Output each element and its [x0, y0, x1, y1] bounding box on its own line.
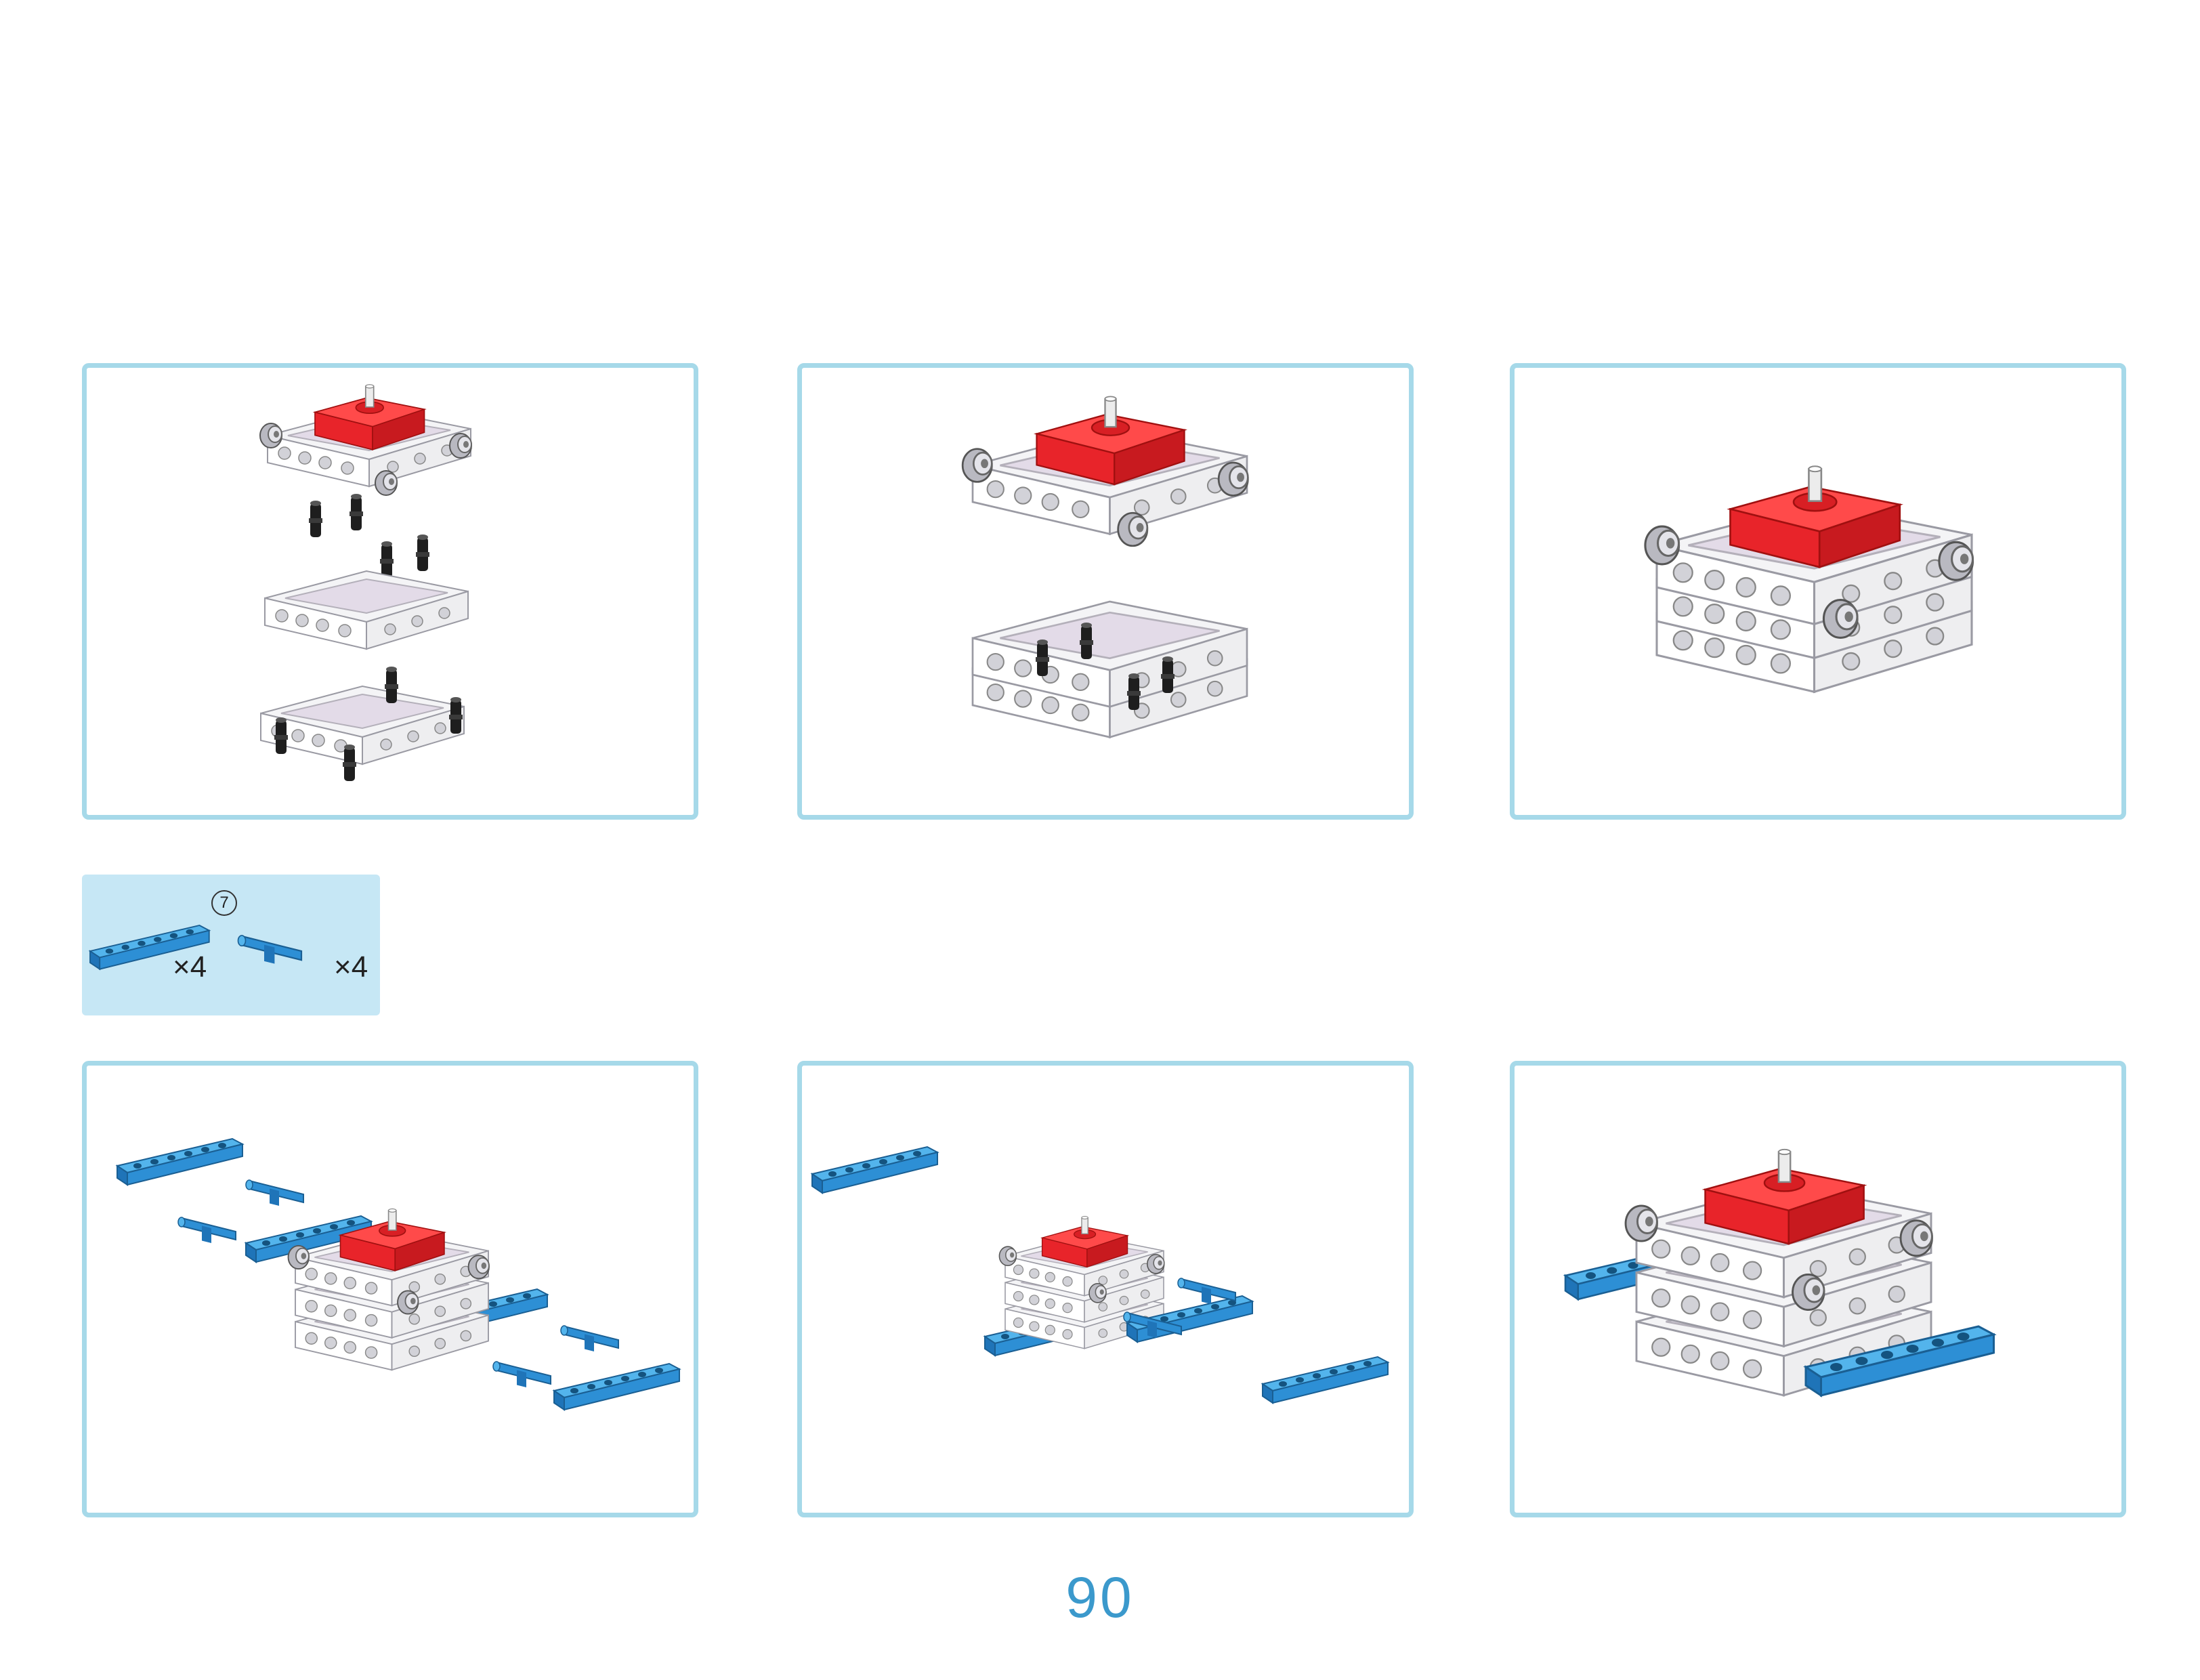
beam-quantity: ×4	[173, 950, 207, 984]
parts-callout: 7 ×4 ×4	[82, 875, 380, 1015]
page-number: 90	[1065, 1566, 1135, 1629]
blue-axle-pin-icon	[237, 934, 303, 965]
frame-icon	[260, 686, 465, 765]
step-panel-1	[82, 363, 698, 820]
step-panel-2	[797, 363, 1414, 820]
black-pin-icon	[309, 494, 429, 578]
servo-assembly-icon	[1644, 465, 1974, 693]
servo-assembly-icon	[961, 396, 1249, 738]
step-panel-3	[1510, 363, 2126, 820]
frame-icon	[264, 570, 469, 650]
step-panel-5	[797, 1061, 1414, 1517]
step-number-badge: 7	[211, 890, 237, 916]
step-panel-6	[1510, 1061, 2126, 1517]
step-panel-4	[82, 1061, 698, 1517]
pin-quantity: ×4	[334, 950, 368, 984]
servo-assembly-icon	[259, 383, 472, 781]
